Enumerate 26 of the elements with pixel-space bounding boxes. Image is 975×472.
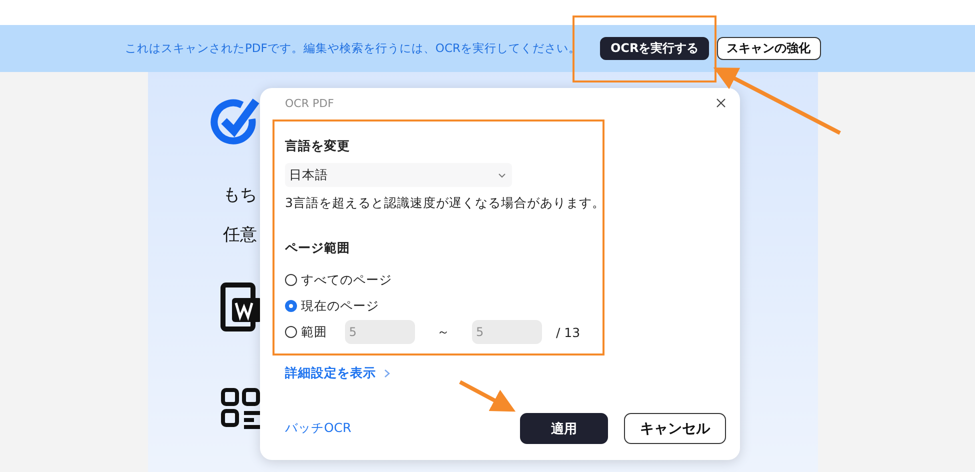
primary-button[interactable]: OCRを実行する <box>600 37 709 60</box>
radio-label: すべてのページ <box>301 272 392 288</box>
close-icon[interactable] <box>716 98 726 108</box>
document-text: もち <box>223 184 257 206</box>
dialog-title: OCR PDF <box>285 96 334 110</box>
radio-button[interactable] <box>285 326 297 338</box>
language-note: 3言語を超えると認識速度が遅くなる場合があります。 <box>285 195 606 212</box>
batch-ocr-link[interactable]: バッチOCR <box>285 420 504 437</box>
language-dropdown[interactable]: 日本語 <box>285 163 512 187</box>
chevron-icon <box>384 369 390 378</box>
chevron-icon <box>498 172 506 178</box>
document-text: 任意 <box>223 224 257 246</box>
radio-button[interactable] <box>285 300 297 312</box>
radio-label: 現在のページ <box>301 298 379 314</box>
range-separator: ～ <box>437 324 450 340</box>
secondary-button[interactable]: キャンセル <box>624 413 726 444</box>
radio-button[interactable] <box>285 274 297 286</box>
arrow <box>459 380 516 412</box>
section-heading: 言語を変更 <box>285 138 351 155</box>
secondary-button[interactable]: スキャンの強化 <box>716 37 821 60</box>
section-heading: ページ範囲 <box>285 240 351 257</box>
advanced-settings-link[interactable]: 詳細設定を表示 <box>285 365 726 382</box>
page-total: / 13 <box>556 324 580 340</box>
primary-button[interactable]: 適用 <box>520 413 608 444</box>
radio-label: 範囲 <box>301 324 327 340</box>
banner-message: これはスキャンされたPDFです。編集や検索を行うには、OCRを実行してください。 <box>125 41 580 56</box>
